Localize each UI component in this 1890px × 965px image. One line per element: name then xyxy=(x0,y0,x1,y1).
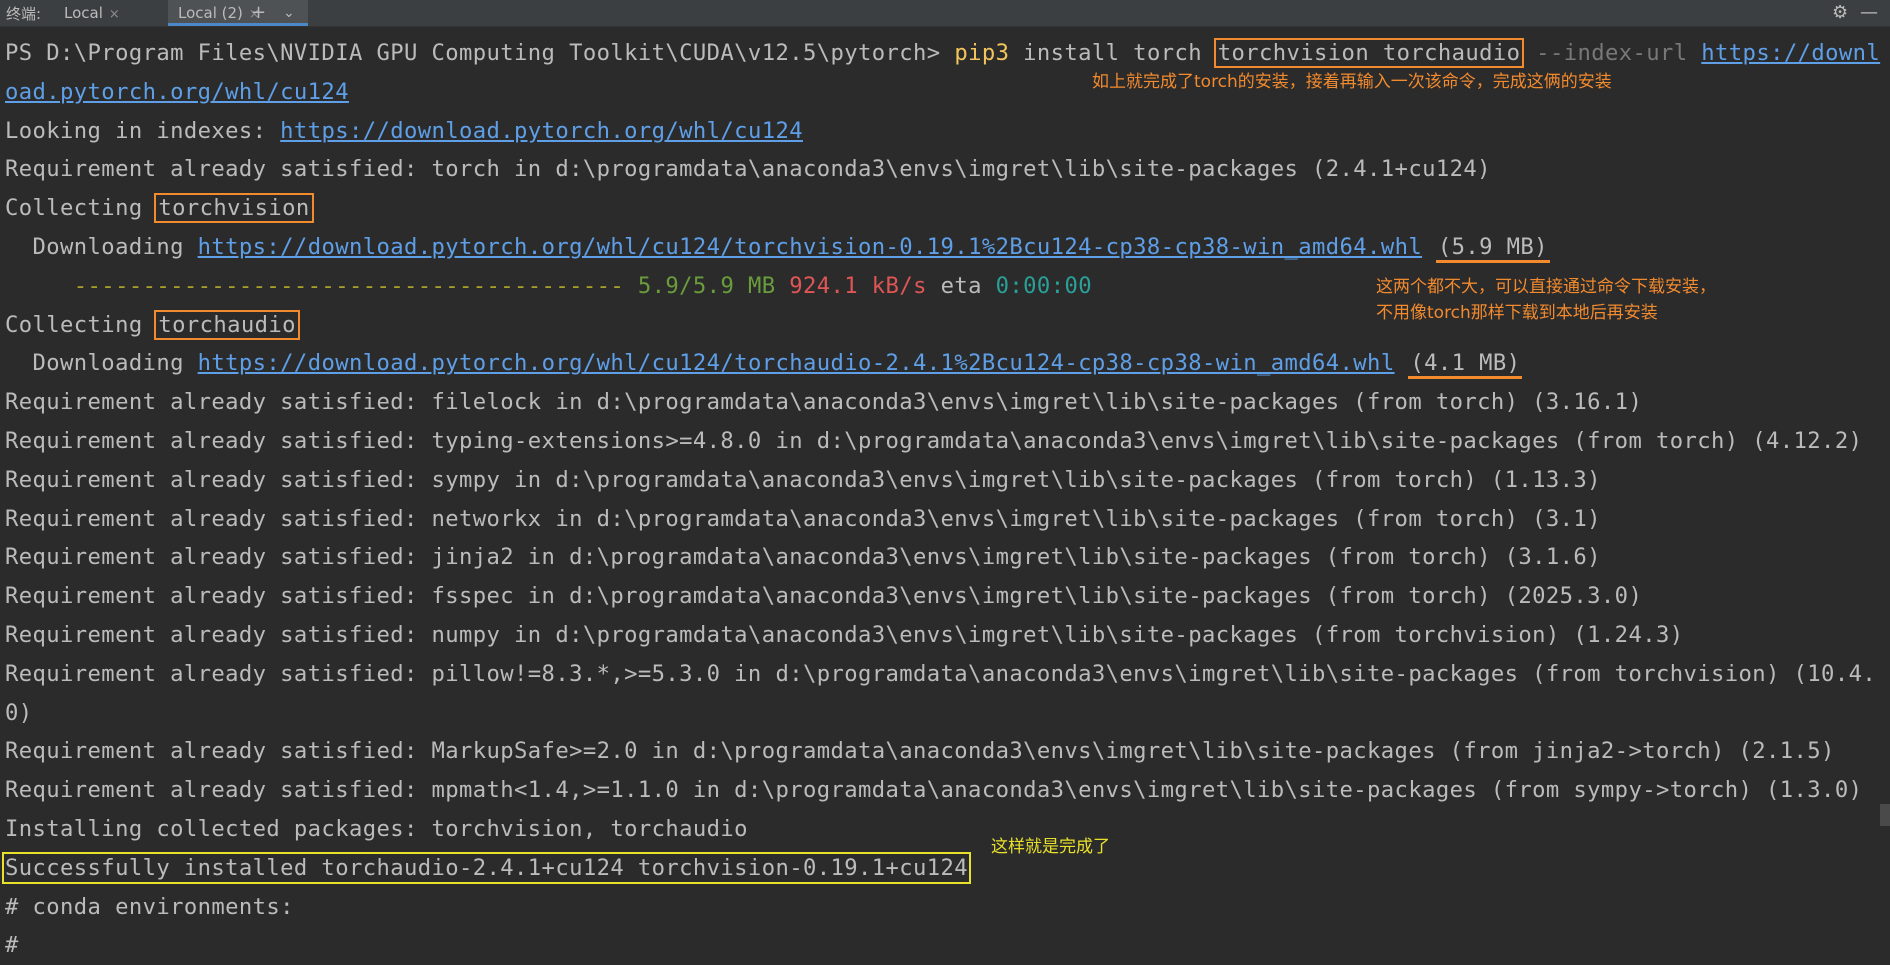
looking-line: Looking in indexes: https://download.pyt… xyxy=(5,112,1885,151)
downloading-label: Downloading xyxy=(5,350,198,377)
progress-bar: ---------------------------------------- xyxy=(5,272,625,299)
terminal-label: 终端: xyxy=(6,5,42,23)
collecting-torchvision-line: Collecting torchvision xyxy=(5,189,1885,228)
tab-local-label: Local xyxy=(64,4,103,22)
gear-icon[interactable]: ⚙ xyxy=(1832,0,1848,26)
downloading-torchvision-line: Downloading https://download.pytorch.org… xyxy=(5,228,1885,267)
success-message: Successfully installed torchaudio-2.4.1+… xyxy=(1,851,972,884)
index-url-link[interactable]: https://download.pytorch.org/whl/cu124 xyxy=(280,118,803,144)
progress-eta-label: eta xyxy=(940,272,982,299)
torchvision-size: (5.9 MB) xyxy=(1435,233,1550,263)
req-line: Requirement already satisfied: filelock … xyxy=(5,389,1643,416)
req-line: Requirement already satisfied: MarkupSaf… xyxy=(5,738,1835,765)
req-line: Requirement already satisfied: networkx … xyxy=(5,505,1601,532)
command-line: PS D:\Program Files\NVIDIA GPU Computing… xyxy=(5,34,1885,73)
req-line: Requirement already satisfied: typing-ex… xyxy=(5,427,1863,454)
tab-local[interactable]: Local × xyxy=(54,0,162,26)
annotation-small-packages-line1: 这两个都不大，可以直接通过命令下载安装， xyxy=(1376,277,1716,297)
success-line: Successfully installed torchaudio-2.4.1+… xyxy=(1,849,1885,888)
conda-header-line: # conda environments: xyxy=(5,893,294,920)
annotation-done: 这样就是完成了 xyxy=(991,837,1110,857)
minimize-icon[interactable]: — xyxy=(1860,0,1878,26)
torchaudio-wheel-link[interactable]: https://download.pytorch.org/whl/cu124/t… xyxy=(198,350,1395,376)
downloading-torchaudio-line: Downloading https://download.pytorch.org… xyxy=(5,344,1885,383)
annotation-small-packages: 这两个都不大，可以直接通过命令下载安装， 不用像torch那样下载到本地后再安装 xyxy=(1376,274,1716,326)
progress-speed: 924.1 kB/s xyxy=(789,272,927,299)
req-line: Requirement already satisfied: numpy in … xyxy=(5,621,1684,648)
terminal-output[interactable]: PS D:\Program Files\NVIDIA GPU Computing… xyxy=(1,34,1885,965)
req-torch-line: Requirement already satisfied: torch in … xyxy=(5,156,1491,183)
tab-local-close-icon[interactable]: × xyxy=(109,7,120,22)
prompt: PS D:\Program Files\NVIDIA GPU Computing… xyxy=(5,40,955,66)
cmd-url-link-cont[interactable]: oad.pytorch.org/whl/cu124 xyxy=(5,79,349,105)
req-line: Requirement already satisfied: pillow!=8… xyxy=(5,660,1877,687)
cmd-pip: pip3 xyxy=(954,40,1010,66)
tab-local-2-label: Local (2) xyxy=(178,4,243,22)
collecting-label: Collecting xyxy=(5,311,157,338)
scrollbar-thumb[interactable] xyxy=(1880,804,1890,826)
cmd-flag: --index-url xyxy=(1522,40,1702,66)
looking-label: Looking in indexes: xyxy=(5,117,281,144)
req-line: Requirement already satisfied: mpmath<1.… xyxy=(5,777,1863,804)
torchvision-wheel-link[interactable]: https://download.pytorch.org/whl/cu124/t… xyxy=(198,234,1422,260)
progress-done: 5.9/5.9 MB xyxy=(637,272,776,299)
req-line: Requirement already satisfied: fsspec in… xyxy=(5,583,1643,610)
req-line: Requirement already satisfied: sympy in … xyxy=(5,466,1601,493)
cmd-install: install torch xyxy=(1009,40,1216,66)
collecting-label: Collecting xyxy=(5,195,157,222)
downloading-label: Downloading xyxy=(5,233,198,260)
req-line-wrap: 0) xyxy=(5,699,33,726)
cmd-url-link[interactable]: https://downl xyxy=(1701,40,1880,66)
add-tab-icon[interactable]: + xyxy=(251,0,266,26)
collect-torchaudio: torchaudio xyxy=(154,309,300,340)
torchaudio-size: (4.1 MB) xyxy=(1408,350,1523,380)
annotation-torch-installed: 如上就完成了torch的安装，接着再输入一次该命令，完成这俩的安装 xyxy=(1092,72,1612,92)
progress-eta: 0:00:00 xyxy=(995,272,1092,299)
cmd-boxed-packages: torchvision torchaudio xyxy=(1213,38,1525,68)
chevron-down-icon[interactable]: ⌄ xyxy=(283,0,295,26)
req-line: Requirement already satisfied: jinja2 in… xyxy=(5,544,1601,571)
installing-line: Installing collected packages: torchvisi… xyxy=(5,815,748,842)
terminal-tab-bar: 终端: Local × Local (2) × + ⌄ ⚙ — xyxy=(0,0,1890,27)
conda-hash-line: # xyxy=(5,932,19,959)
collect-torchvision: torchvision xyxy=(154,193,314,224)
annotation-small-packages-line2: 不用像torch那样下载到本地后再安装 xyxy=(1376,303,1658,323)
